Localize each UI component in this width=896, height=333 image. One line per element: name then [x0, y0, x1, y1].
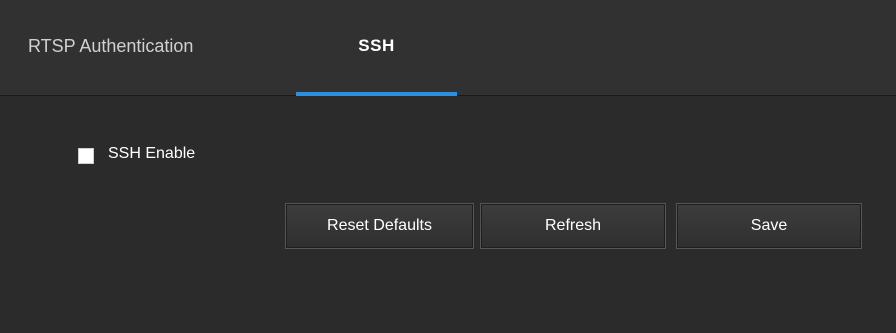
tab-bar: RTSP Authentication SSH — [0, 0, 896, 96]
tab-ssh[interactable]: SSH — [296, 0, 457, 96]
ssh-enable-row: SSH Enable — [78, 143, 195, 165]
tab-rtsp-authentication[interactable]: RTSP Authentication — [0, 0, 280, 96]
save-button[interactable]: Save — [676, 203, 862, 249]
tab-label: RTSP Authentication — [28, 36, 194, 56]
reset-defaults-button[interactable]: Reset Defaults — [285, 203, 474, 249]
tab-label: SSH — [358, 36, 395, 55]
ssh-enable-checkbox[interactable] — [78, 148, 94, 164]
ssh-enable-label: SSH Enable — [108, 145, 196, 162]
ssh-settings-page: RTSP Authentication SSH SSH Enable Reset… — [0, 0, 896, 333]
active-tab-indicator — [296, 92, 457, 96]
refresh-button[interactable]: Refresh — [480, 203, 666, 249]
